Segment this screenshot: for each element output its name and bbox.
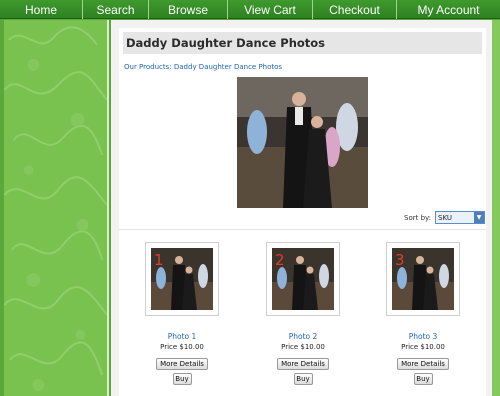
nav-browse[interactable]: Browse <box>149 0 228 19</box>
nav-my-account[interactable]: My Account <box>397 0 500 19</box>
nav-home[interactable]: Home <box>0 0 83 19</box>
product-number-badge: 1 <box>154 251 164 269</box>
sort-label: Sort by: <box>404 213 432 222</box>
more-details-button[interactable]: More Details <box>397 358 449 370</box>
title-bar: Daddy Daughter Dance Photos <box>123 32 482 54</box>
nav-view-cart[interactable]: View Cart <box>228 0 313 19</box>
content-inner: Daddy Daughter Dance Photos Our Products… <box>119 28 486 396</box>
product-price: Price $10.00 <box>281 343 325 351</box>
product-photo: 1 <box>151 248 213 310</box>
more-details-button[interactable]: More Details <box>156 358 208 370</box>
sort-select[interactable]: SKU ▼ <box>435 211 486 224</box>
page-title: Daddy Daughter Dance Photos <box>126 36 326 50</box>
product-card: 3 Photo 3 Price $10.00 More Details Buy <box>378 242 468 385</box>
sidebar-pattern <box>3 20 109 396</box>
product-name-link[interactable]: Photo 3 <box>378 332 468 341</box>
divider <box>119 229 486 230</box>
product-number-badge: 3 <box>395 251 405 269</box>
product-price: Price $10.00 <box>160 343 204 351</box>
buy-button[interactable]: Buy <box>293 373 313 385</box>
product-number-badge: 2 <box>275 251 285 269</box>
breadcrumb-current-link[interactable]: Daddy Daughter Dance Photos <box>174 63 282 71</box>
product-card: 1 Photo 1 Price $10.00 More Details Buy <box>137 242 227 385</box>
right-border-strip <box>492 20 500 396</box>
product-card: 2 Photo 2 Price $10.00 More Details Buy <box>258 242 348 385</box>
nav-checkout[interactable]: Checkout <box>313 0 397 19</box>
product-photo: 2 <box>272 248 334 310</box>
product-name-link[interactable]: Photo 2 <box>258 332 348 341</box>
nav-search[interactable]: Search <box>83 0 149 19</box>
top-nav: Home Search Browse View Cart Checkout My… <box>0 0 500 19</box>
product-thumbnail[interactable]: 2 <box>266 242 340 316</box>
breadcrumb-root-link[interactable]: Our Products <box>124 63 169 71</box>
sort-select-value: SKU <box>438 213 452 222</box>
product-thumbnail[interactable]: 3 <box>386 242 460 316</box>
product-photo: 3 <box>392 248 454 310</box>
breadcrumb: Our Products: Daddy Daughter Dance Photo… <box>124 63 282 71</box>
product-thumbnail[interactable]: 1 <box>145 242 219 316</box>
product-name-link[interactable]: Photo 1 <box>137 332 227 341</box>
breadcrumb-separator: : <box>169 63 172 71</box>
sort-control: Sort by: SKU ▼ <box>404 211 486 224</box>
product-price: Price $10.00 <box>401 343 445 351</box>
featured-photo <box>237 77 368 208</box>
more-details-button[interactable]: More Details <box>277 358 329 370</box>
buy-button[interactable]: Buy <box>172 373 192 385</box>
chevron-down-icon[interactable]: ▼ <box>474 212 485 223</box>
buy-button[interactable]: Buy <box>413 373 433 385</box>
content-panel: Daddy Daughter Dance Photos Our Products… <box>111 20 492 396</box>
